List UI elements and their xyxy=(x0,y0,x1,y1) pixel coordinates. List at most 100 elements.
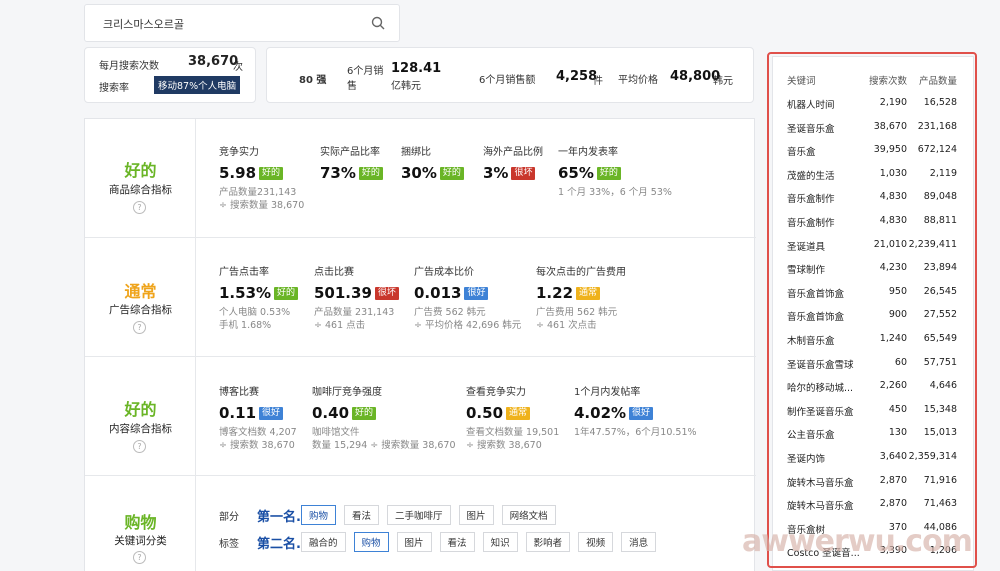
product-count-cell: 15,013 xyxy=(923,427,957,439)
keyword-row[interactable]: 旋转木马音乐盒 2,870 71,916 xyxy=(773,475,973,499)
chip-shopping[interactable]: 购物 xyxy=(301,505,337,525)
keyword-cell: 圣诞音乐盒雪球 xyxy=(787,359,854,371)
keyword-cell: Costco 圣诞音... xyxy=(787,548,859,560)
chip-image[interactable]: 图片 xyxy=(396,532,432,552)
status-badge: 很好 xyxy=(464,286,489,300)
metric-value: 5.98 xyxy=(219,164,257,182)
keyword-cell: 公主音乐盒 xyxy=(787,430,835,442)
content-grade: 好的 xyxy=(124,400,157,419)
metric-detail: 数量 15,294 ÷ 搜索数量 38,670 xyxy=(312,440,456,451)
keyword-row[interactable]: 制作圣诞音乐盒 450 15,348 xyxy=(773,404,973,428)
metric-label: 点击比赛 xyxy=(314,267,354,278)
keyword-row[interactable]: 雪球制作 4,230 23,894 xyxy=(773,262,973,286)
metric-overseas-ratio: 海外产品比例 3% 很坏 xyxy=(483,143,543,182)
metric-value: 3% xyxy=(483,164,509,182)
monthly-search-value: 38,670 xyxy=(188,54,239,69)
metric-detail: 1年47.57%，6个月10.51% xyxy=(574,427,697,438)
help-icon[interactable]: ? xyxy=(133,201,146,214)
keyword-row[interactable]: 音乐盒首饰盒 900 27,552 xyxy=(773,309,973,333)
keyword-cell: 制作圣诞音乐盒 xyxy=(787,406,854,418)
chip-knowledge[interactable]: 知识 xyxy=(482,532,518,552)
product-count-cell: 71,463 xyxy=(923,498,957,510)
metric-detail: 手机 1.68% xyxy=(219,320,272,331)
search-count-cell: 2,870 xyxy=(879,474,907,486)
search-input[interactable]: 크리스마스오르골 xyxy=(103,16,184,32)
product-count-cell: 672,124 xyxy=(917,144,957,156)
keyword-cell: 音乐盒首饰盒 xyxy=(787,312,845,324)
status-badge: 好的 xyxy=(352,406,377,420)
product-count-cell: 57,751 xyxy=(923,356,957,368)
search-count-cell: 39,950 xyxy=(873,144,907,156)
sales-6m-value: 128.41 xyxy=(391,61,442,76)
keyword-row[interactable]: 茂盛的生活 1,030 2,119 xyxy=(773,168,973,192)
keyword-row[interactable]: 音乐盒 39,950 672,124 xyxy=(773,144,973,168)
metric-real-product-ratio: 实际产品比率 73% 好的 xyxy=(320,143,383,182)
metric-label: 海外产品比例 xyxy=(483,147,543,158)
search-rate-label: 搜索率 xyxy=(99,83,129,94)
keyword-row[interactable]: 圣诞音乐盒雪球 60 57,751 xyxy=(773,357,973,381)
keyword-cell: 圣诞音乐盒 xyxy=(787,123,835,135)
chip-video[interactable]: 视频 xyxy=(578,532,614,552)
help-icon[interactable]: ? xyxy=(133,551,146,564)
keyword-row[interactable]: 音乐盒制作 4,830 88,811 xyxy=(773,215,973,239)
chip-shopping[interactable]: 购物 xyxy=(353,532,389,552)
metric-detail: ÷ 461 次点击 xyxy=(536,320,597,331)
chip-used-cafe[interactable]: 二手咖啡厅 xyxy=(387,505,451,525)
search-box[interactable]: 크리스마스오르골 xyxy=(84,4,400,42)
shopping-grade: 购物 xyxy=(124,513,157,532)
keyword-row[interactable]: 音乐盒首饰盒 950 26,545 xyxy=(773,286,973,310)
search-count-cell: 1,240 xyxy=(879,333,907,344)
product-count-cell: 15,348 xyxy=(923,403,957,415)
keyword-row[interactable]: 木制音乐盒 1,240 65,549 xyxy=(773,333,973,357)
chip-web-doc[interactable]: 网络文档 xyxy=(501,505,556,525)
chip-image[interactable]: 图片 xyxy=(458,505,494,525)
keyword-row[interactable]: 旋转木马音乐盒 2,870 71,463 xyxy=(773,498,973,522)
sales-count-unit: 件 xyxy=(593,76,603,87)
keyword-row[interactable]: 圣诞音乐盒 38,670 231,168 xyxy=(773,121,973,145)
chip-news[interactable]: 消息 xyxy=(621,532,657,552)
metric-monthly-post-rate: 1个月内发帖率 4.02% 很好 1年47.57%，6个月10.51% xyxy=(574,383,697,439)
keyword-cell: 雪球制作 xyxy=(787,265,826,277)
metric-label: 咖啡厅竞争强度 xyxy=(312,387,382,398)
metric-label: 捆绑比 xyxy=(401,147,431,158)
search-count-cell: 3,390 xyxy=(879,545,907,557)
metric-bundle-ratio: 捆绑比 30% 好的 xyxy=(401,143,464,182)
product-count-cell: 2,359,314 xyxy=(908,451,957,462)
keyword-row[interactable]: 哈尔的移动城... 2,260 4,646 xyxy=(773,380,973,404)
keyword-row[interactable]: 公主音乐盒 130 15,013 xyxy=(773,427,973,451)
status-badge: 很坏 xyxy=(511,166,536,180)
keyword-cell: 哈尔的移动城... xyxy=(787,383,854,395)
search-icon[interactable] xyxy=(371,16,385,30)
chip-influencer[interactable]: 影响者 xyxy=(525,532,571,552)
search-count-cell: 1,030 xyxy=(879,167,907,179)
status-badge: 很好 xyxy=(259,406,284,420)
keyword-row[interactable]: 音乐盒树 370 44,086 xyxy=(773,522,973,546)
keyword-cell: 机器人时间 xyxy=(787,100,835,111)
search-count-cell: 2,260 xyxy=(879,380,907,392)
keyword-row[interactable]: Costco 圣诞音... 3,390 1,206 xyxy=(773,545,973,569)
keyword-row[interactable]: 圣诞道具 21,010 2,239,411 xyxy=(773,239,973,263)
metric-label: 广告点击率 xyxy=(219,267,269,278)
chip-opinion[interactable]: 看法 xyxy=(439,532,475,552)
metric-label: 广告成本比价 xyxy=(414,267,474,278)
column-keyword: 关键词 xyxy=(787,76,816,87)
shopping-grade-column: 购物 关键词分类 ? xyxy=(85,476,196,571)
sales-6m-label: 6个月销售 xyxy=(347,66,384,92)
search-count-cell: 4,230 xyxy=(879,262,907,274)
chip-fusion[interactable]: 融合的 xyxy=(301,532,346,552)
keyword-row[interactable]: 音乐盒制作 4,830 89,048 xyxy=(773,191,973,215)
metric-yearly-release-rate: 一年内发表率 65% 好的 1 个月 33%，6 个月 53% xyxy=(558,143,672,199)
keyword-row[interactable]: 圣诞内饰 3,640 2,359,314 xyxy=(773,451,973,475)
category-row-section: 部分 第一名... 购物 看法 二手咖啡厅 图片 网络文档 xyxy=(219,505,564,525)
ads-grade: 通常 xyxy=(124,282,157,301)
metric-detail: 博客文档数 4,207 xyxy=(219,427,297,438)
help-icon[interactable]: ? xyxy=(133,440,146,453)
sales-stats-card: 80 强 6个月销售 128.41 亿韩元 6个月销售额 4,258 件 平均价… xyxy=(266,47,754,103)
ads-grade-column: 通常 广告综合指标 ? xyxy=(85,238,196,356)
ads-metrics-section: 通常 广告综合指标 ? 广告点击率 1.53% 好的 个人电脑 0.53% 手机 … xyxy=(85,238,756,357)
help-icon[interactable]: ? xyxy=(133,321,146,334)
keyword-row[interactable]: 机器人时间 2,190 16,528 xyxy=(773,97,973,121)
chip-opinion[interactable]: 看法 xyxy=(344,505,380,525)
metric-cafe-competition: 咖啡厅竞争强度 0.40 好的 咖啡馆文件 数量 15,294 ÷ 搜索数量 38… xyxy=(312,383,456,452)
monthly-search-unit: 次 xyxy=(233,62,243,73)
